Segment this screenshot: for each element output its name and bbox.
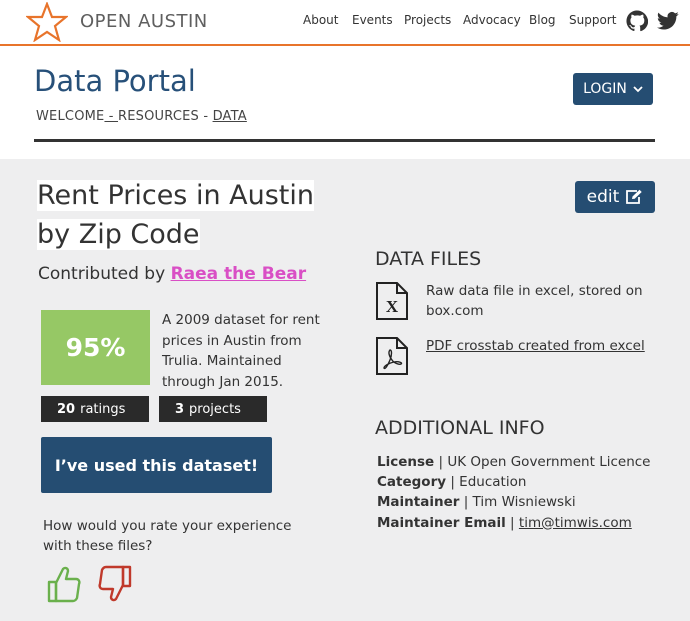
- breadcrumb: WELCOME - RESOURCES - DATA: [36, 109, 247, 124]
- projects-count: 3: [175, 401, 185, 417]
- top-navigation-bar: OPEN AUSTIN About Events Projects Advoca…: [0, 0, 690, 46]
- separator: |: [434, 454, 448, 470]
- nav-link-blog[interactable]: Blog: [529, 13, 556, 27]
- ratings-count-badge: 20 ratings: [41, 396, 149, 422]
- pdf-file-link[interactable]: PDF crosstab created from excel: [426, 336, 656, 356]
- maintainer-row: Maintainer | Tim Wisniewski: [377, 492, 657, 512]
- login-label: LOGIN: [583, 81, 627, 97]
- edit-button[interactable]: edit: [575, 181, 655, 213]
- page-title: Data Portal: [34, 64, 196, 98]
- maintainer-value: Tim Wisniewski: [472, 494, 576, 511]
- nav-link-events[interactable]: Events: [352, 13, 393, 27]
- thumbs-down-icon[interactable]: [97, 565, 133, 603]
- nav-link-about[interactable]: About: [303, 13, 338, 27]
- projects-count-badge: 3 projects: [159, 396, 267, 422]
- github-icon[interactable]: [626, 10, 648, 32]
- excel-file-icon: X: [376, 282, 408, 320]
- brand-name[interactable]: OPEN AUSTIN: [80, 11, 208, 32]
- maintainer-email-row: Maintainer Email | tim@timwis.com: [377, 513, 657, 533]
- excel-file-description: Raw data file in excel, stored on box.co…: [426, 283, 643, 319]
- edit-label: edit: [586, 187, 620, 207]
- maintainer-label: Maintainer: [377, 494, 460, 511]
- rating-score-badge: 95%: [41, 310, 150, 385]
- svg-text:X: X: [386, 297, 399, 316]
- separator: |: [446, 474, 460, 491]
- category-label: Category: [377, 474, 447, 491]
- thumbs-up-icon[interactable]: [46, 565, 82, 603]
- separator: |: [459, 494, 473, 511]
- used-dataset-button[interactable]: I’ve used this dataset!: [41, 437, 272, 493]
- nav-link-advocacy[interactable]: Advocacy: [463, 13, 521, 27]
- breadcrumb-separator: -: [199, 109, 213, 124]
- contributor-link[interactable]: Raea the Bear: [171, 264, 307, 284]
- star-logo-icon[interactable]: [26, 2, 68, 42]
- contributed-by-label: Contributed by: [38, 264, 171, 284]
- maintainer-email-label: Maintainer Email: [377, 514, 506, 531]
- dataset-description: A 2009 dataset for rent prices in Austin…: [162, 312, 320, 390]
- dataset-title-line2: by Zip Code: [37, 219, 200, 250]
- separator: |: [505, 514, 519, 531]
- ratings-count: 20: [57, 401, 76, 417]
- edit-pencil-icon: [626, 189, 643, 204]
- license-label: License: [377, 454, 435, 470]
- data-files-heading: DATA FILES: [375, 248, 482, 270]
- dataset-title: Rent Prices in Austin by Zip Code: [37, 176, 337, 254]
- breadcrumb-separator: -: [104, 109, 119, 124]
- breadcrumb-data[interactable]: DATA: [213, 109, 247, 124]
- twitter-icon[interactable]: [657, 11, 679, 31]
- maintainer-email-link[interactable]: tim@timwis.com: [519, 515, 632, 531]
- category-row: Category | Education: [377, 472, 657, 492]
- projects-label: projects: [189, 401, 241, 417]
- chevron-down-icon: [633, 86, 643, 93]
- login-button[interactable]: LOGIN: [573, 73, 653, 105]
- breadcrumb-welcome[interactable]: WELCOME: [36, 109, 104, 124]
- breadcrumb-resources[interactable]: RESOURCES: [118, 109, 199, 124]
- nav-link-support[interactable]: Support: [569, 13, 616, 27]
- license-value: UK Open Government Licence: [447, 454, 651, 470]
- ratings-label: ratings: [80, 401, 126, 417]
- contributor-line: Contributed by Raea the Bear: [38, 264, 306, 284]
- category-value: Education: [459, 474, 527, 491]
- header-divider: [34, 139, 655, 142]
- rate-experience-question: How would you rate your experience with …: [43, 518, 292, 554]
- additional-info-list: License | UK Open Government Licence Cat…: [377, 452, 657, 533]
- pdf-file-icon: [376, 337, 408, 375]
- nav-link-projects[interactable]: Projects: [404, 13, 451, 27]
- license-row: License | UK Open Government Licence: [377, 452, 657, 472]
- additional-info-heading: ADDITIONAL INFO: [375, 417, 545, 439]
- dataset-title-line1: Rent Prices in Austin: [37, 180, 315, 211]
